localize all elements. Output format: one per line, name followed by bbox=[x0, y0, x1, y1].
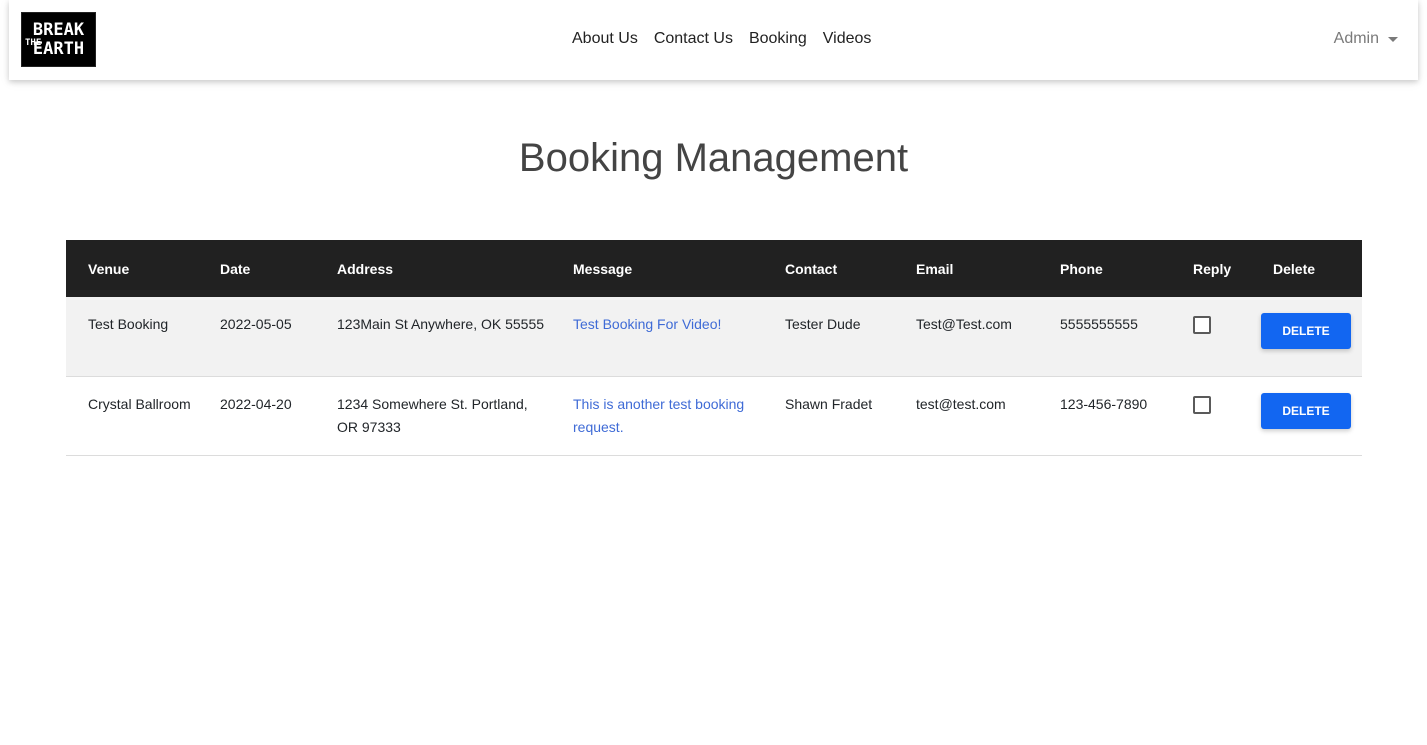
delete-button[interactable]: DELETE bbox=[1261, 392, 1351, 429]
admin-label: Admin bbox=[1333, 30, 1379, 47]
cell-reply bbox=[1171, 297, 1251, 376]
col-delete: Delete bbox=[1273, 260, 1316, 277]
logo-text-bottom: EARTH bbox=[32, 38, 85, 59]
nav-videos[interactable]: Videos bbox=[815, 29, 880, 49]
cell-message-link[interactable]: This is another test booking request. bbox=[551, 376, 763, 455]
table-row: Test Booking 2022-05-05 123Main St Anywh… bbox=[66, 297, 1362, 376]
bookings-table: Venue Date Address Message Contact Email… bbox=[66, 240, 1362, 456]
col-message: Message bbox=[573, 260, 633, 277]
cell-reply bbox=[1171, 376, 1251, 455]
cell-phone: 5555555555 bbox=[1060, 316, 1138, 332]
cell-contact: Shawn Fradet bbox=[785, 395, 873, 412]
cell-venue: Crystal Ballroom bbox=[88, 395, 191, 412]
cell-date: 2022-04-20 bbox=[220, 395, 292, 412]
cell-email: test@test.com bbox=[916, 395, 1006, 412]
nav-about-us[interactable]: About Us bbox=[564, 29, 646, 49]
col-phone: Phone bbox=[1060, 260, 1103, 277]
caret-down-icon bbox=[1388, 36, 1398, 42]
delete-button[interactable]: DELETE bbox=[1261, 313, 1351, 349]
page-title: Booking Management bbox=[518, 136, 909, 180]
admin-dropdown[interactable]: Admin bbox=[1334, 29, 1398, 49]
cell-phone: 123-456-7890 bbox=[1060, 395, 1148, 412]
nav-booking[interactable]: Booking bbox=[741, 29, 815, 49]
col-email: Email bbox=[916, 260, 954, 277]
col-venue: Venue bbox=[88, 260, 130, 277]
cell-date: 2022-05-05 bbox=[220, 316, 292, 332]
table-row: Crystal Ballroom 2022-04-20 1234 Somewhe… bbox=[66, 376, 1362, 455]
cell-address: 123Main St Anywhere, OK 55555 bbox=[337, 316, 545, 332]
nav-contact-us[interactable]: Contact Us bbox=[646, 29, 741, 49]
col-contact: Contact bbox=[785, 260, 838, 277]
cell-venue: Test Booking bbox=[88, 316, 169, 332]
cell-email: Test@Test.com bbox=[916, 316, 1012, 332]
col-date: Date bbox=[220, 260, 251, 277]
cell-delete: DELETE bbox=[1251, 376, 1362, 455]
reply-checkbox[interactable] bbox=[1193, 316, 1211, 334]
bookings-table-container: Venue Date Address Message Contact Email… bbox=[66, 240, 1362, 456]
reply-checkbox[interactable] bbox=[1193, 395, 1211, 414]
logo-text-top: BREAK bbox=[32, 19, 85, 40]
main-nav: About Us Contact Us Booking Videos bbox=[564, 29, 879, 49]
cell-address: 1234 Somewhere St. Portland, OR 97333 bbox=[337, 395, 528, 435]
col-address: Address bbox=[337, 260, 394, 277]
col-reply: Reply bbox=[1193, 260, 1232, 277]
top-navbar: BREAK THE EARTH About Us Contact Us Book… bbox=[9, 0, 1418, 80]
brand-logo[interactable]: BREAK THE EARTH bbox=[21, 12, 96, 67]
cell-delete: DELETE bbox=[1251, 297, 1362, 376]
table-header-row: Venue Date Address Message Contact Email… bbox=[66, 240, 1362, 297]
cell-contact: Tester Dude bbox=[785, 316, 861, 332]
cell-message-link[interactable]: Test Booking For Video! bbox=[551, 297, 763, 376]
